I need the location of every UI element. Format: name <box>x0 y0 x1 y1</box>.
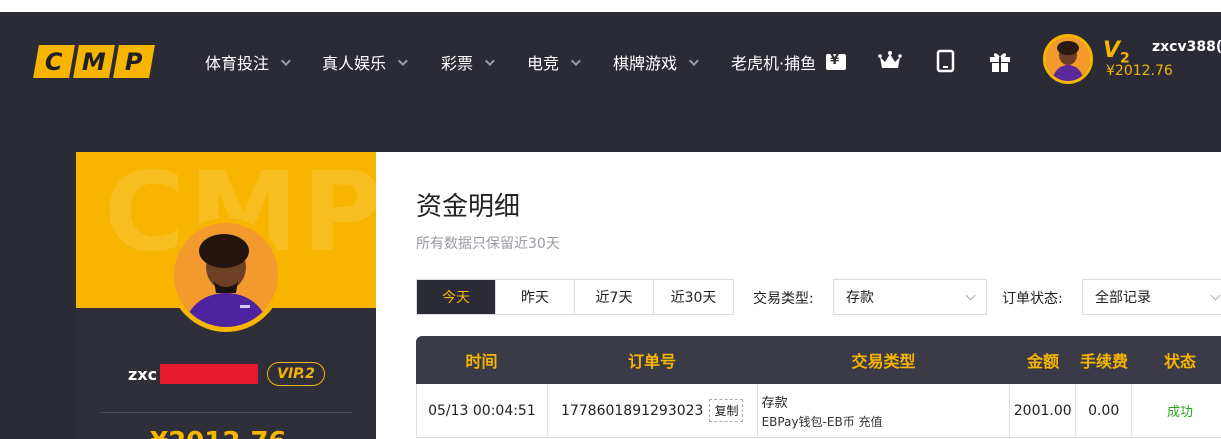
cell-order-no: 1778601891293023 复制 <box>548 384 758 437</box>
cell-time: 05/13 00:04:51 <box>417 384 548 437</box>
nav-item-sports[interactable]: 体育投注 <box>205 51 291 73</box>
order-status-label: 订单状态: <box>1002 291 1063 307</box>
select-value: 存款 <box>846 290 874 306</box>
column-header: 状态 <box>1163 352 1196 371</box>
transactions-table: 时间 订单号 交易类型 金额 手续费 状态 05/13 00:04:51 177… <box>416 336 1221 438</box>
logo-letter-p: P <box>113 45 155 78</box>
crown-icon[interactable] <box>877 48 903 74</box>
profile-avatar[interactable] <box>169 218 283 332</box>
gift-icon[interactable] <box>987 48 1013 74</box>
copy-button[interactable]: 复制 <box>709 399 744 422</box>
cell-status: 成功 <box>1132 384 1221 437</box>
profile-card: CMP zxc VIP.2 ¥2012.76 <box>76 152 376 439</box>
top-strip <box>0 0 1221 12</box>
status-badge: 成功 <box>1167 405 1194 420</box>
nav-item-live-casino[interactable]: 真人娱乐 <box>322 51 408 73</box>
divider <box>100 412 352 413</box>
tab-last-7-days[interactable]: 近7天 <box>575 280 654 314</box>
nav-item-label: 真人娱乐 <box>322 54 387 73</box>
tab-today[interactable]: 今天 <box>417 280 496 314</box>
user-avatar[interactable] <box>1043 34 1093 84</box>
column-header: 金额 <box>1026 352 1059 371</box>
cell-amount: 2001.00 <box>1010 384 1077 437</box>
order-status-select[interactable]: 全部记录 <box>1082 279 1221 315</box>
order-number: 1778601891293023 <box>560 402 704 419</box>
redacted-name <box>160 364 258 384</box>
nav-item-lottery[interactable]: 彩票 <box>441 51 495 73</box>
chevron-down-icon <box>965 290 976 301</box>
cell-fee: 0.00 <box>1076 384 1133 437</box>
nav-item-esports[interactable]: 电竞 <box>527 51 581 73</box>
tab-yesterday[interactable]: 昨天 <box>496 280 575 314</box>
tablet-icon[interactable] <box>932 48 958 74</box>
ticket-icon <box>826 53 847 70</box>
page-subtitle: 所有数据只保留近30天 <box>416 236 560 252</box>
cell-transaction-type: 存款 EBPay钱包-EB币 充值 <box>758 384 1011 437</box>
column-header: 手续费 <box>1079 352 1128 371</box>
column-header: 订单号 <box>627 352 676 371</box>
transaction-type-label: 交易类型: <box>753 291 814 307</box>
vip-badge: VIP.2 <box>267 362 325 386</box>
column-header: 交易类型 <box>851 352 916 371</box>
transaction-type-detail: EBPay钱包-EB币 充值 <box>761 414 883 429</box>
navbar <box>0 12 1221 112</box>
column-header: 时间 <box>465 352 498 371</box>
profile-balance: ¥2012.76 <box>150 427 287 439</box>
nav-item-slots-fishing[interactable]: 老虎机·捕鱼 <box>731 51 847 73</box>
balance-display: ¥2012.76 <box>1106 63 1173 79</box>
main-panel: 资金明细 所有数据只保留近30天 今天 昨天 近7天 近30天 交易类型: 存款… <box>376 152 1221 439</box>
nav-item-label: 彩票 <box>441 54 474 73</box>
logo-letter-m: M <box>73 45 115 78</box>
date-range-tabs: 今天 昨天 近7天 近30天 <box>416 279 734 315</box>
chevron-down-icon <box>1210 290 1221 301</box>
nav-item-label: 电竞 <box>527 54 560 73</box>
site-logo[interactable]: C M P <box>33 45 155 78</box>
profile-name: zxc <box>128 365 158 384</box>
table-header: 时间 订单号 交易类型 金额 手续费 状态 <box>416 336 1221 384</box>
username[interactable]: zxcv388( <box>1152 39 1221 55</box>
tab-last-30-days[interactable]: 近30天 <box>654 280 733 314</box>
nav-item-card-games[interactable]: 棋牌游戏 <box>613 51 699 73</box>
transaction-type-select[interactable]: 存款 <box>833 279 987 315</box>
page-title: 资金明细 <box>416 192 521 222</box>
nav-item-label: 老虎机·捕鱼 <box>731 54 817 73</box>
select-value: 全部记录 <box>1095 290 1151 306</box>
table-row: 05/13 00:04:51 1778601891293023 复制 存款 EB… <box>416 384 1221 438</box>
logo-letter-c: C <box>33 45 75 78</box>
transaction-type-main: 存款 <box>761 395 788 411</box>
nav-item-label: 棋牌游戏 <box>613 54 678 73</box>
nav-item-label: 体育投注 <box>205 54 270 73</box>
